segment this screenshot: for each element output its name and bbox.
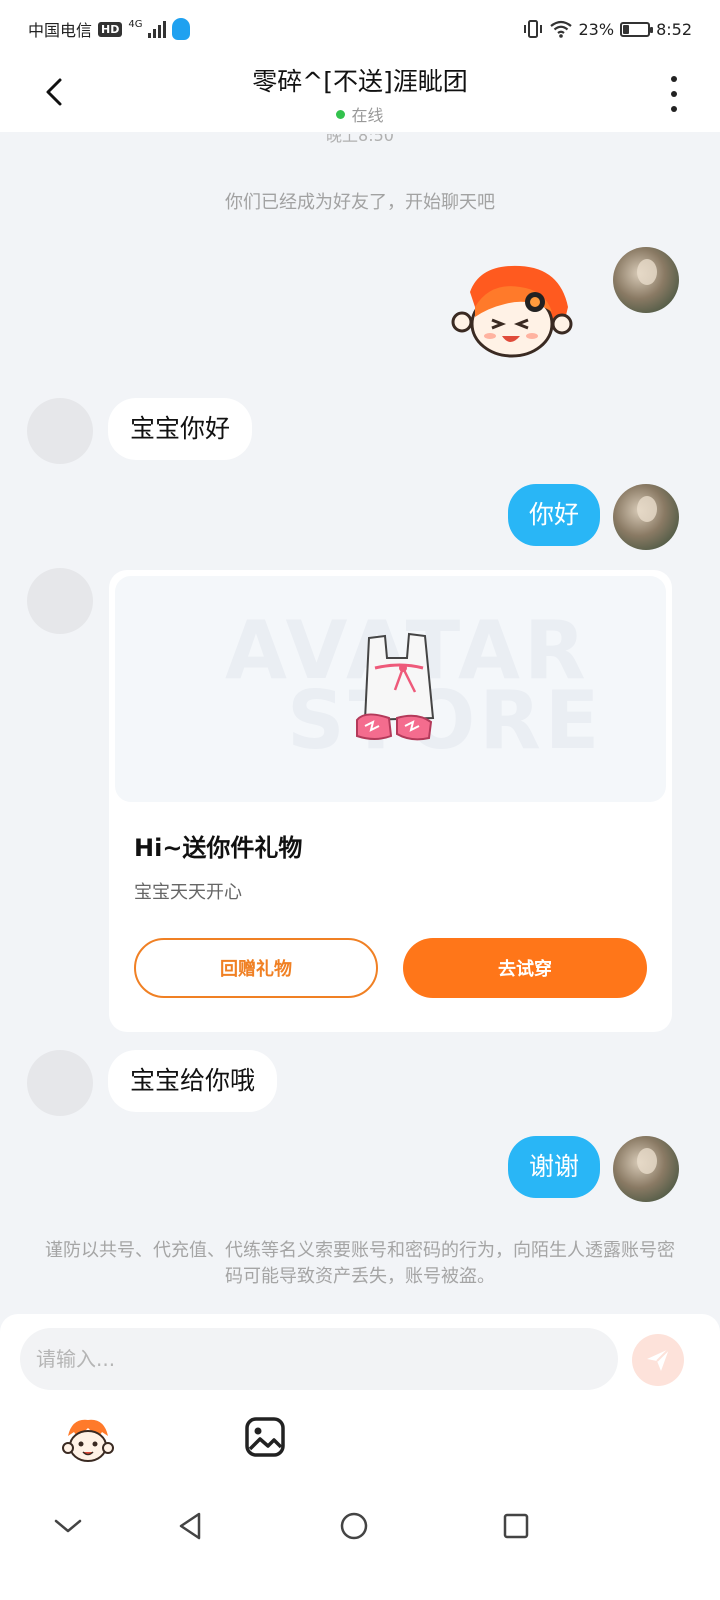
gift-preview[interactable]: AVATAR STORE [115, 576, 666, 802]
square-recents-icon [503, 1513, 529, 1539]
online-status: 在线 [120, 102, 600, 126]
my-avatar[interactable] [613, 484, 679, 550]
safety-warning: 谨防以共号、代充值、代练等名义索要账号和密码的行为，向陌生人透露账号密码可能导致… [45, 1240, 675, 1287]
more-options-button[interactable] [664, 76, 684, 112]
cartoon-sticker-icon[interactable] [450, 262, 580, 362]
nav-recents-button[interactable] [496, 1506, 536, 1546]
battery-icon [620, 21, 654, 37]
try-on-button[interactable]: 去试穿 [403, 938, 647, 998]
gift-title: Hi~送你件礼物 [134, 834, 303, 862]
send-icon [647, 1348, 670, 1371]
status-bar: 中国电信 HD 4G 23% 8:52 [0, 0, 720, 58]
system-nav-bar [0, 1480, 720, 1580]
message-bubble-outgoing[interactable]: 谢谢 [508, 1136, 600, 1198]
status-left: 中国电信 HD 4G [28, 17, 191, 41]
gift-card[interactable]: AVATAR STORE Hi~送你件礼物 宝宝天天开心 回赠礼物 去试穿 [109, 570, 672, 1032]
return-gift-button[interactable]: 回赠礼物 [134, 938, 378, 998]
message-input[interactable] [36, 1347, 618, 1371]
message-bubble-incoming[interactable]: 宝宝给你哦 [108, 1050, 278, 1112]
message-input-box[interactable] [20, 1328, 618, 1390]
more-dot-icon [671, 106, 677, 112]
contact-avatar[interactable] [27, 1050, 93, 1116]
gift-subtitle: 宝宝天天开心 [134, 882, 242, 903]
qq-penguin-icon [172, 18, 191, 40]
message-bubble-outgoing[interactable]: 你好 [508, 484, 600, 546]
outfit-item-icon [356, 632, 435, 741]
chevron-down-icon [54, 1519, 82, 1533]
hd-badge: HD [98, 21, 123, 37]
online-dot-icon [336, 109, 346, 119]
sticker-face-icon [62, 1419, 114, 1462]
triangle-back-icon [179, 1512, 201, 1540]
my-avatar[interactable] [613, 247, 679, 313]
more-dot-icon [671, 91, 677, 97]
wifi-icon [549, 20, 572, 38]
circle-home-icon [340, 1512, 368, 1540]
nav-home-button[interactable] [334, 1506, 374, 1546]
message-bubble-incoming[interactable]: 宝宝你好 [108, 398, 253, 460]
image-icon [245, 1417, 285, 1457]
sticker-panel-button[interactable] [62, 1414, 114, 1466]
back-button[interactable] [34, 70, 74, 114]
carrier-name: 中国电信 [28, 21, 93, 40]
system-message: 你们已经成为好友了，开始聊天吧 [225, 192, 495, 213]
image-picker-button[interactable] [244, 1416, 286, 1458]
chat-header: 零碎^[不送]涯眦团 在线 [0, 58, 720, 132]
chevron-left-icon [46, 78, 62, 106]
battery-percent: 23% [578, 19, 615, 39]
chat-title: 零碎^[不送]涯眦团 [252, 67, 468, 96]
contact-avatar[interactable] [27, 568, 93, 634]
status-right: 23% 8:52 [523, 19, 692, 39]
battery-fill [623, 24, 630, 34]
network-type: 4G [128, 18, 143, 30]
clock: 8:52 [656, 19, 692, 39]
more-dot-icon [671, 76, 677, 82]
online-status-label: 在线 [351, 106, 384, 125]
contact-avatar[interactable] [27, 398, 93, 464]
vibrate-icon [523, 20, 542, 38]
hide-keyboard-button[interactable] [48, 1506, 88, 1546]
header-title-area: 零碎^[不送]涯眦团 在线 [120, 62, 600, 126]
signal-icon [148, 20, 167, 38]
my-avatar[interactable] [613, 1136, 679, 1202]
nav-back-button[interactable] [170, 1506, 210, 1546]
send-button[interactable] [632, 1334, 684, 1386]
